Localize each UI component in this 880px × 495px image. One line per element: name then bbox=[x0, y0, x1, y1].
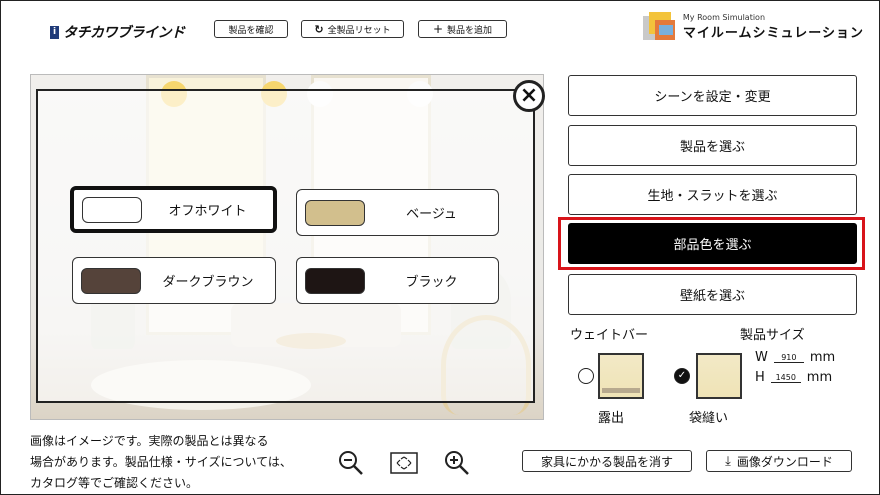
color-option-offwhite[interactable]: オフホワイト bbox=[70, 186, 277, 233]
brand-logo[interactable]: i タチカワブラインド bbox=[50, 22, 185, 42]
download-icon: ⤓ bbox=[725, 453, 731, 469]
brand-subtitle: My Room Simulation bbox=[682, 13, 766, 22]
app-brand: My Room Simulation マイルームシミュレーション bbox=[642, 12, 864, 42]
room-simulation-icon bbox=[642, 12, 677, 42]
parts-color-popup bbox=[36, 89, 535, 403]
color-option-label: ベージュ bbox=[406, 207, 457, 222]
close-icon[interactable]: × bbox=[513, 80, 545, 112]
width-row: W 910 mm bbox=[755, 350, 835, 365]
color-option-label: ダークブラウン bbox=[162, 275, 254, 290]
width-prefix: W bbox=[755, 350, 768, 365]
weight-pocket-label: 袋縫い bbox=[689, 411, 729, 426]
choose-fabric-label: 生地・スラットを選ぶ bbox=[647, 189, 778, 204]
product-size-heading: 製品サイズ bbox=[740, 328, 805, 343]
color-swatch bbox=[305, 267, 365, 294]
confirm-products-button[interactable]: 製品を確認 bbox=[214, 20, 288, 38]
add-product-button[interactable]: + 製品を追加 bbox=[418, 20, 507, 38]
brand-title: マイルームシミュレーション bbox=[682, 26, 864, 41]
disclaimer-line: 画像はイメージです。実際の製品とは異なる bbox=[30, 434, 269, 448]
add-product-label: 製品を追加 bbox=[447, 25, 493, 36]
remove-furniture-products-button[interactable]: 家具にかかる製品を消す bbox=[522, 450, 692, 472]
color-option-beige[interactable]: ベージュ bbox=[296, 189, 499, 236]
choose-wallpaper-button[interactable]: 壁紙を選ぶ bbox=[568, 274, 857, 315]
weight-pocket-thumbnail[interactable] bbox=[696, 353, 742, 399]
choose-product-button[interactable]: 製品を選ぶ bbox=[568, 125, 857, 166]
color-option-black[interactable]: ブラック bbox=[296, 257, 499, 304]
zoom-out-icon[interactable] bbox=[334, 448, 368, 478]
color-swatch bbox=[81, 267, 141, 294]
width-value: 910 bbox=[773, 353, 804, 363]
disclaimer-line: 場合があります。製品仕様・サイズについては、 bbox=[30, 455, 292, 469]
color-option-darkbrown[interactable]: ダークブラウン bbox=[72, 257, 276, 304]
choose-parts-color-label: 部品色を選ぶ bbox=[673, 238, 752, 253]
remove-furniture-label: 家具にかかる製品を消す bbox=[540, 454, 673, 469]
set-scene-label: シーンを設定・変更 bbox=[654, 90, 771, 105]
reset-all-label: 全製品リセット bbox=[327, 25, 391, 36]
choose-product-label: 製品を選ぶ bbox=[679, 140, 745, 155]
width-unit: mm bbox=[809, 350, 836, 365]
color-option-label: ブラック bbox=[405, 275, 458, 290]
color-swatch bbox=[305, 199, 365, 226]
choose-wallpaper-label: 壁紙を選ぶ bbox=[679, 289, 745, 304]
logo-text: タチカワブラインド bbox=[63, 25, 185, 41]
color-option-label: オフホワイト bbox=[168, 204, 247, 219]
weight-pocket-radio[interactable]: ✓ bbox=[674, 368, 690, 384]
disclaimer-line: カタログ等でご確認ください。 bbox=[30, 476, 199, 490]
weight-exposed-label: 露出 bbox=[598, 411, 625, 426]
choose-parts-color-button[interactable]: 部品色を選ぶ bbox=[568, 223, 857, 264]
fit-view-icon[interactable] bbox=[387, 448, 421, 478]
height-unit: mm bbox=[806, 370, 833, 385]
zoom-in-icon[interactable] bbox=[440, 448, 474, 478]
height-row: H 1450 mm bbox=[755, 370, 832, 385]
reset-icon: ↻ bbox=[314, 22, 324, 36]
choose-fabric-button[interactable]: 生地・スラットを選ぶ bbox=[568, 174, 857, 215]
set-scene-button[interactable]: シーンを設定・変更 bbox=[568, 75, 857, 116]
height-prefix: H bbox=[755, 370, 765, 385]
plus-icon: + bbox=[432, 22, 444, 36]
confirm-products-label: 製品を確認 bbox=[228, 25, 274, 36]
weight-exposed-radio[interactable] bbox=[578, 368, 594, 384]
reset-all-button[interactable]: ↻ 全製品リセット bbox=[301, 20, 404, 38]
weight-exposed-thumbnail[interactable] bbox=[598, 353, 644, 399]
download-image-label: 画像ダウンロード bbox=[736, 454, 833, 469]
color-swatch bbox=[82, 196, 142, 223]
height-value: 1450 bbox=[770, 373, 801, 383]
logo-mark-icon: i bbox=[50, 25, 59, 39]
download-image-button[interactable]: ⤓ 画像ダウンロード bbox=[706, 450, 852, 472]
weight-bar-heading: ウェイトバー bbox=[570, 328, 649, 343]
disclaimer-note: 画像はイメージです。実際の製品とは異なる 場合があります。製品仕様・サイズについ… bbox=[30, 431, 320, 494]
